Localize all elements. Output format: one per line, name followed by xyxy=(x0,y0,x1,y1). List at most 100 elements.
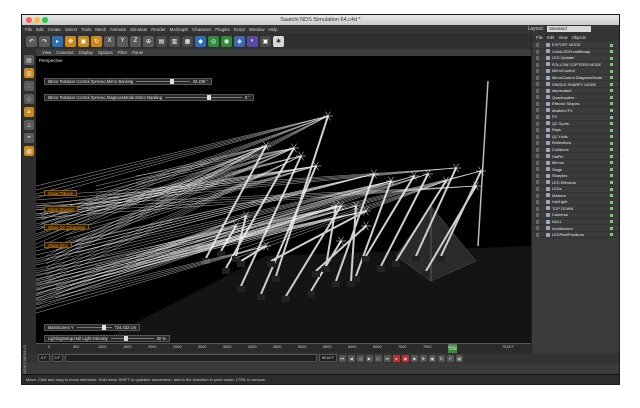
object-name[interactable]: disabled FX xyxy=(552,108,573,113)
object-name[interactable]: HallLight xyxy=(552,199,567,204)
visibility-check-icon[interactable] xyxy=(610,82,613,86)
object-name[interactable]: LEDPixelPositions xyxy=(552,232,584,237)
visibility-check-icon[interactable] xyxy=(610,226,613,230)
layer-swatch[interactable] xyxy=(536,232,539,237)
visibility-check-icon[interactable] xyxy=(610,76,613,80)
slider-track[interactable] xyxy=(136,79,190,84)
z-axis-icon[interactable]: Z xyxy=(130,35,141,47)
show-qc-clearance-button[interactable]: Show QC Clearance xyxy=(44,224,90,230)
layer-swatch[interactable] xyxy=(536,154,539,159)
visibility-check-icon[interactable] xyxy=(610,128,613,132)
layer-swatch[interactable] xyxy=(536,134,539,139)
redo-icon[interactable]: ↷ xyxy=(39,35,50,47)
object-manager-menu-edit[interactable]: Edit xyxy=(547,35,554,40)
layer-swatch[interactable] xyxy=(536,200,539,205)
menu-item-edit[interactable]: Edit xyxy=(36,27,44,32)
object-name[interactable]: ColorLEDFromBitmap xyxy=(552,49,590,54)
layout-dropdown[interactable]: Standard xyxy=(547,26,591,32)
object-name[interactable]: FOLLOW COPTERS MODE xyxy=(552,62,601,67)
viewport-menu-options[interactable]: Options xyxy=(98,50,113,55)
light-icon[interactable]: ✱ xyxy=(273,35,284,47)
layer-swatch[interactable] xyxy=(536,75,539,80)
live-select-icon[interactable]: ▸ xyxy=(52,35,63,47)
slider-knob[interactable] xyxy=(207,95,212,100)
object-name[interactable]: Sharpies xyxy=(552,173,567,178)
nurbs-icon[interactable]: ◎ xyxy=(208,35,219,47)
slider-knob[interactable] xyxy=(123,336,128,341)
current-frame-field[interactable]: 8018 F xyxy=(319,354,337,362)
layer-swatch[interactable] xyxy=(536,193,539,198)
frame-range-slider[interactable] xyxy=(65,354,317,362)
object-name[interactable]: deprecated xyxy=(552,88,571,93)
layer-swatch[interactable] xyxy=(536,206,539,211)
visibility-check-icon[interactable] xyxy=(610,220,613,224)
visibility-check-icon[interactable] xyxy=(610,167,613,171)
object-name[interactable]: Collisions xyxy=(552,147,569,152)
object-name[interactable]: QC Hulls xyxy=(552,134,568,139)
visibility-check-icon[interactable] xyxy=(610,95,613,99)
object-name[interactable]: LED Updater xyxy=(552,55,575,60)
camera-icon[interactable]: ▣ xyxy=(260,35,271,47)
visibility-check-icon[interactable] xyxy=(610,50,613,54)
object-name[interactable]: Architecture xyxy=(552,226,573,231)
move-icon[interactable]: ✥ xyxy=(65,35,76,47)
visibility-check-icon[interactable] xyxy=(610,69,613,73)
object-name[interactable]: NULL xyxy=(552,219,562,224)
slider-track[interactable] xyxy=(165,95,242,100)
layer-swatch[interactable] xyxy=(536,82,539,87)
object-name[interactable]: Quadcopters xyxy=(552,95,574,100)
render-view-icon[interactable]: ▤ xyxy=(156,35,167,47)
layer-swatch[interactable] xyxy=(536,101,539,106)
record-icon[interactable]: ● xyxy=(392,354,400,362)
pla-key-icon[interactable]: ▦ xyxy=(455,354,463,362)
visibility-check-icon[interactable] xyxy=(610,213,613,217)
y-axis-icon[interactable]: Y xyxy=(117,35,128,47)
menu-item-window[interactable]: Window xyxy=(249,27,265,32)
object-name[interactable]: MirrorControl xyxy=(552,68,575,73)
play-back-icon[interactable]: ◁ xyxy=(356,354,364,362)
layer-swatch[interactable] xyxy=(536,43,539,47)
snap-icon[interactable]: ⌖ xyxy=(24,133,34,143)
layer-swatch[interactable] xyxy=(536,147,539,152)
menu-item-render[interactable]: Render xyxy=(151,27,165,32)
object-name[interactable]: Reflections xyxy=(552,140,571,145)
layer-swatch[interactable] xyxy=(536,56,539,61)
deformer-icon[interactable]: ◈ xyxy=(234,35,245,47)
slider-track[interactable] xyxy=(110,336,154,341)
object-manager-menu-view[interactable]: View xyxy=(558,35,567,40)
object-name[interactable]: TOP DOWN xyxy=(552,206,573,211)
visibility-check-icon[interactable] xyxy=(610,108,613,112)
go-to-start-icon[interactable]: ⏮ xyxy=(338,354,346,362)
step-forward-icon[interactable]: ▷ xyxy=(374,354,382,362)
visibility-check-icon[interactable] xyxy=(610,122,613,126)
menu-item-animate[interactable]: Animate xyxy=(110,27,126,32)
object-name[interactable]: MirrorControl.DiagnoseMode xyxy=(552,75,602,80)
diagnose-banking-slider[interactable]: Mirror Rotation Control Xpresso.Diagnose… xyxy=(44,94,254,101)
layer-swatch[interactable] xyxy=(536,49,539,54)
workplane-icon[interactable]: ▦ xyxy=(24,146,34,156)
layer-swatch[interactable] xyxy=(536,115,539,120)
zoom-icon[interactable] xyxy=(42,17,48,23)
layer-swatch[interactable] xyxy=(536,219,539,224)
hall-light-slider[interactable]: LightingSetup.Hall Light Intensity 30 % xyxy=(44,335,170,342)
menu-item-mograph[interactable]: MoGraph xyxy=(170,27,188,32)
menu-item-help[interactable]: Help xyxy=(269,27,278,32)
visibility-check-icon[interactable] xyxy=(610,115,613,119)
object-name[interactable]: LED Effectors xyxy=(552,180,576,185)
object-name[interactable]: HalPin xyxy=(552,154,563,159)
start-frame-field[interactable]: 0 F xyxy=(38,354,50,362)
minimize-icon[interactable] xyxy=(34,17,40,23)
texture-mode-icon[interactable]: ▧ xyxy=(24,68,34,78)
viewport-menu-filter[interactable]: Filter xyxy=(118,50,128,55)
object-name[interactable]: Masters xyxy=(552,193,566,198)
viewport-menu-panel[interactable]: Panel xyxy=(132,50,143,55)
auto-key-icon[interactable]: ◉ xyxy=(401,354,409,362)
object-manager-menu-objects[interactable]: Objects xyxy=(572,35,587,40)
visibility-check-icon[interactable] xyxy=(610,43,613,47)
menu-item-select[interactable]: Select xyxy=(65,27,77,32)
visibility-check-icon[interactable] xyxy=(610,207,613,211)
object-name[interactable]: LEDs xyxy=(552,186,562,191)
layer-swatch[interactable] xyxy=(536,173,539,178)
visibility-check-icon[interactable] xyxy=(610,180,613,184)
fps-field[interactable]: 0 F xyxy=(51,354,63,362)
